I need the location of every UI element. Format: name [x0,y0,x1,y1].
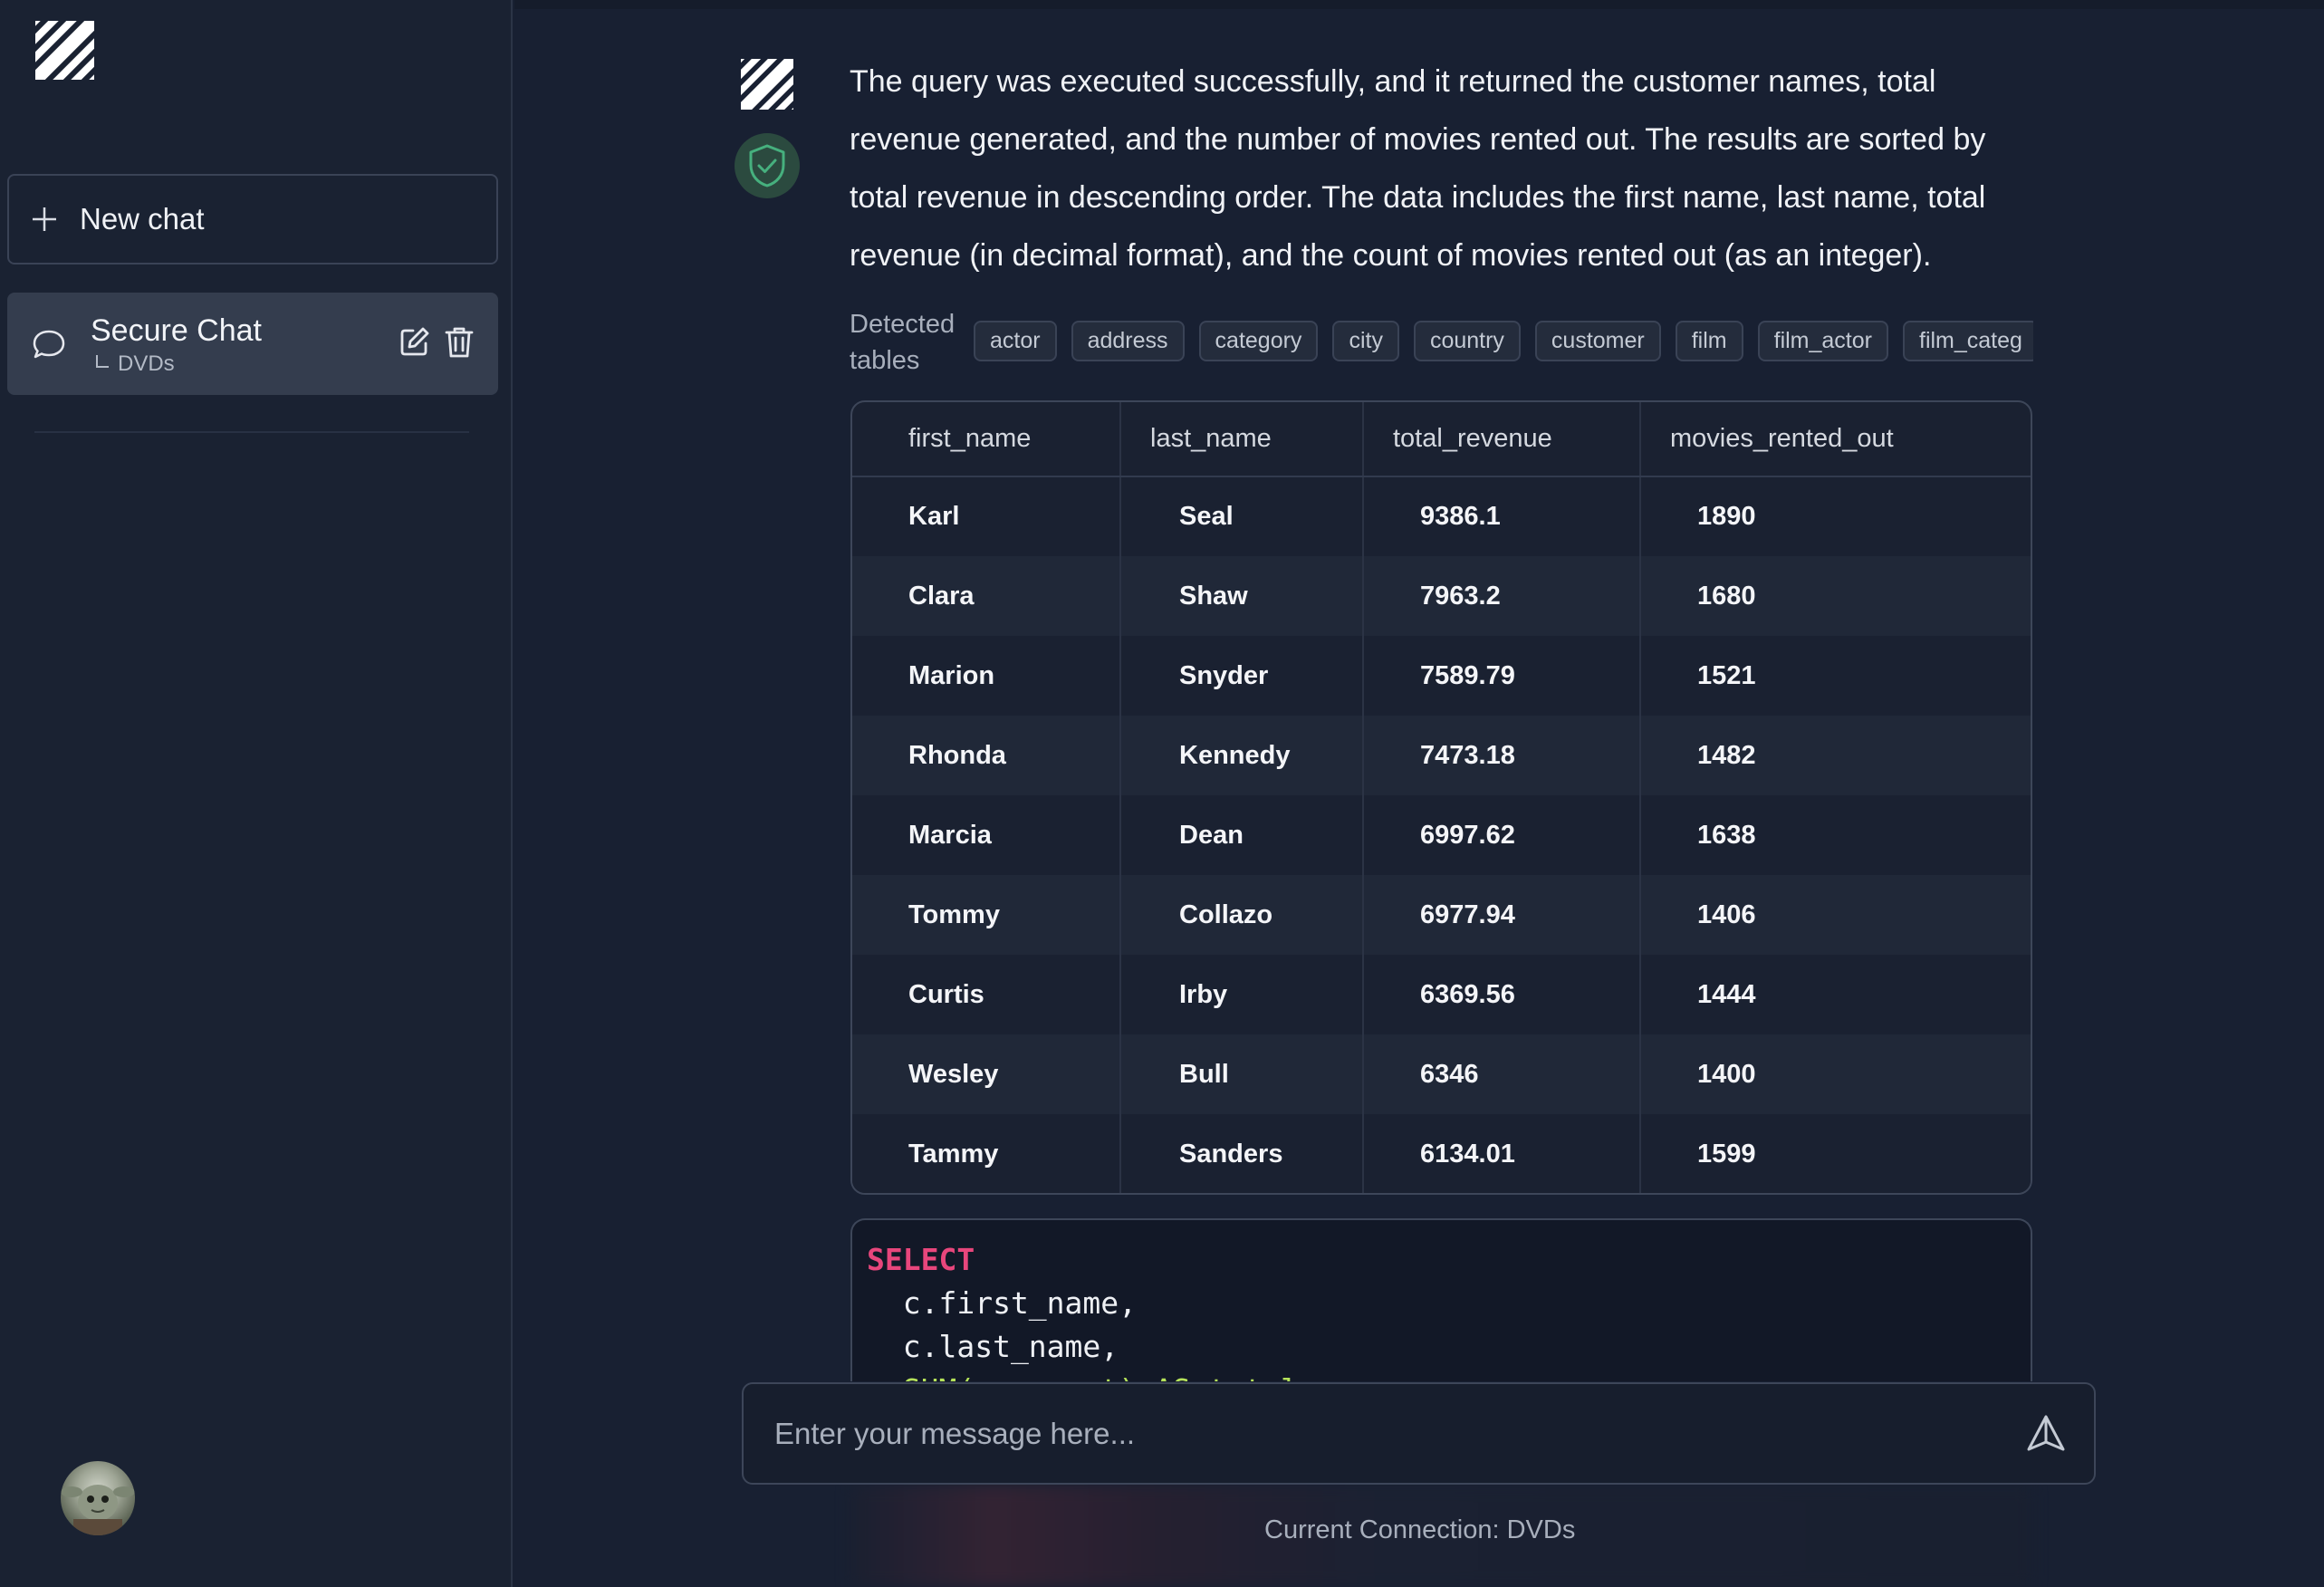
table-cell: Kennedy [1120,716,1364,795]
sql-line: SUM(p.amount) AS total_revenue, [867,1369,2016,1381]
sidebar: New chat Secure Chat DVDs [0,0,513,1587]
assistant-logo-icon [741,59,793,110]
detected-tables-list: actor address category city country cust… [974,321,2033,362]
sql-keyword: SELECT [867,1242,975,1277]
table-cell: Shaw [1120,556,1364,636]
table-row: Marcia Dean 6997.62 1638 [852,795,2031,875]
table-chip[interactable]: actor [974,321,1057,361]
table-cell: Bull [1120,1034,1364,1114]
table-cell: 1400 [1640,1034,2031,1114]
detected-tables-label: Detected tables [850,310,956,375]
sql-line: c.last_name, [867,1329,1119,1364]
sidebar-divider [34,431,469,433]
column-header: movies_rented_out [1640,402,2031,477]
table-cell: 6369.56 [1363,955,1641,1034]
table-row: Tommy Collazo 6977.94 1406 [852,875,2031,955]
message-input[interactable] [773,1415,2025,1452]
chat-connection: DVDs [91,351,262,377]
current-connection: Current Connection: DVDs [1264,1515,1576,1544]
table-chip[interactable]: film_categ [1903,321,2033,361]
table-cell: 1680 [1640,556,2031,636]
column-header: first_name [852,402,1121,477]
table-cell: 6977.94 [1363,875,1641,955]
chat-connection-label: DVDs [118,351,175,376]
table-cell: 1599 [1640,1114,2031,1193]
new-chat-button[interactable]: New chat [7,174,498,264]
table-cell: Karl [852,476,1121,556]
chat-title: Secure Chat [91,313,262,348]
table-chip[interactable]: address [1071,321,1185,361]
table-cell: Clara [852,556,1121,636]
table-chip[interactable]: city [1332,321,1399,361]
results-table: first_name last_name total_revenue movie… [850,400,2032,1195]
table-cell: 7589.79 [1363,636,1641,716]
table-cell: Tommy [852,875,1121,955]
assistant-message: The query was executed successfully, and… [850,64,1986,273]
table-chip[interactable]: customer [1534,321,1661,361]
table-cell: 1521 [1640,636,2031,716]
table-cell: Wesley [852,1034,1121,1114]
table-row: Karl Seal 9386.1 1890 [852,476,2031,556]
table-chip[interactable]: film [1675,321,1743,361]
send-icon[interactable] [2025,1413,2067,1455]
column-header: last_name [1120,402,1364,477]
shield-check-icon [735,133,800,198]
table-row: Wesley Bull 6346 1400 [852,1034,2031,1114]
table-cell: 9386.1 [1363,476,1641,556]
table-row: Curtis Irby 6369.56 1444 [852,955,2031,1034]
table-cell: 1482 [1640,716,2031,795]
sql-code-block: SELECT c.first_name, c.last_name, SUM(p.… [850,1218,2032,1381]
chat-bubble-icon [31,326,67,362]
table-cell: Sanders [1120,1114,1364,1193]
table-row: Marion Snyder 7589.79 1521 [852,636,2031,716]
table-cell: Dean [1120,795,1364,875]
table-cell: Tammy [852,1114,1121,1193]
table-cell: 6134.01 [1363,1114,1641,1193]
plus-icon [31,206,58,233]
table-row: Rhonda Kennedy 7473.18 1482 [852,716,2031,795]
table-cell: 1638 [1640,795,2031,875]
table-cell: Curtis [852,955,1121,1034]
table-chip[interactable]: film_actor [1757,321,1888,361]
table-cell: 7963.2 [1363,556,1641,636]
trash-icon[interactable] [444,325,475,364]
table-cell: Collazo [1120,875,1364,955]
table-cell: Snyder [1120,636,1364,716]
table-cell: 6346 [1363,1034,1641,1114]
table-row: Clara Shaw 7963.2 1680 [852,556,2031,636]
table-cell: 1890 [1640,476,2031,556]
table-header-row: first_name last_name total_revenue movie… [852,402,2031,477]
column-header: total_revenue [1363,402,1641,477]
logo-icon[interactable] [35,21,94,80]
table-cell: 1406 [1640,875,2031,955]
table-cell: 6997.62 [1363,795,1641,875]
new-chat-label: New chat [80,202,205,236]
table-cell: Seal [1120,476,1364,556]
avatar[interactable] [61,1461,135,1535]
table-chip[interactable]: category [1198,321,1319,361]
chat-item-secure-chat[interactable]: Secure Chat DVDs [7,293,498,395]
table-cell: Marion [852,636,1121,716]
table-cell: Rhonda [852,716,1121,795]
table-cell: Irby [1120,955,1364,1034]
table-row: Tammy Sanders 6134.01 1599 [852,1114,2031,1193]
table-chip[interactable]: country [1413,321,1521,361]
table-cell: Marcia [852,795,1121,875]
message-input-box [742,1382,2096,1485]
table-cell: 1444 [1640,955,2031,1034]
top-bar [514,0,2324,9]
sql-line: c.first_name, [867,1285,1138,1321]
table-cell: 7473.18 [1363,716,1641,795]
edit-icon[interactable] [399,325,431,364]
